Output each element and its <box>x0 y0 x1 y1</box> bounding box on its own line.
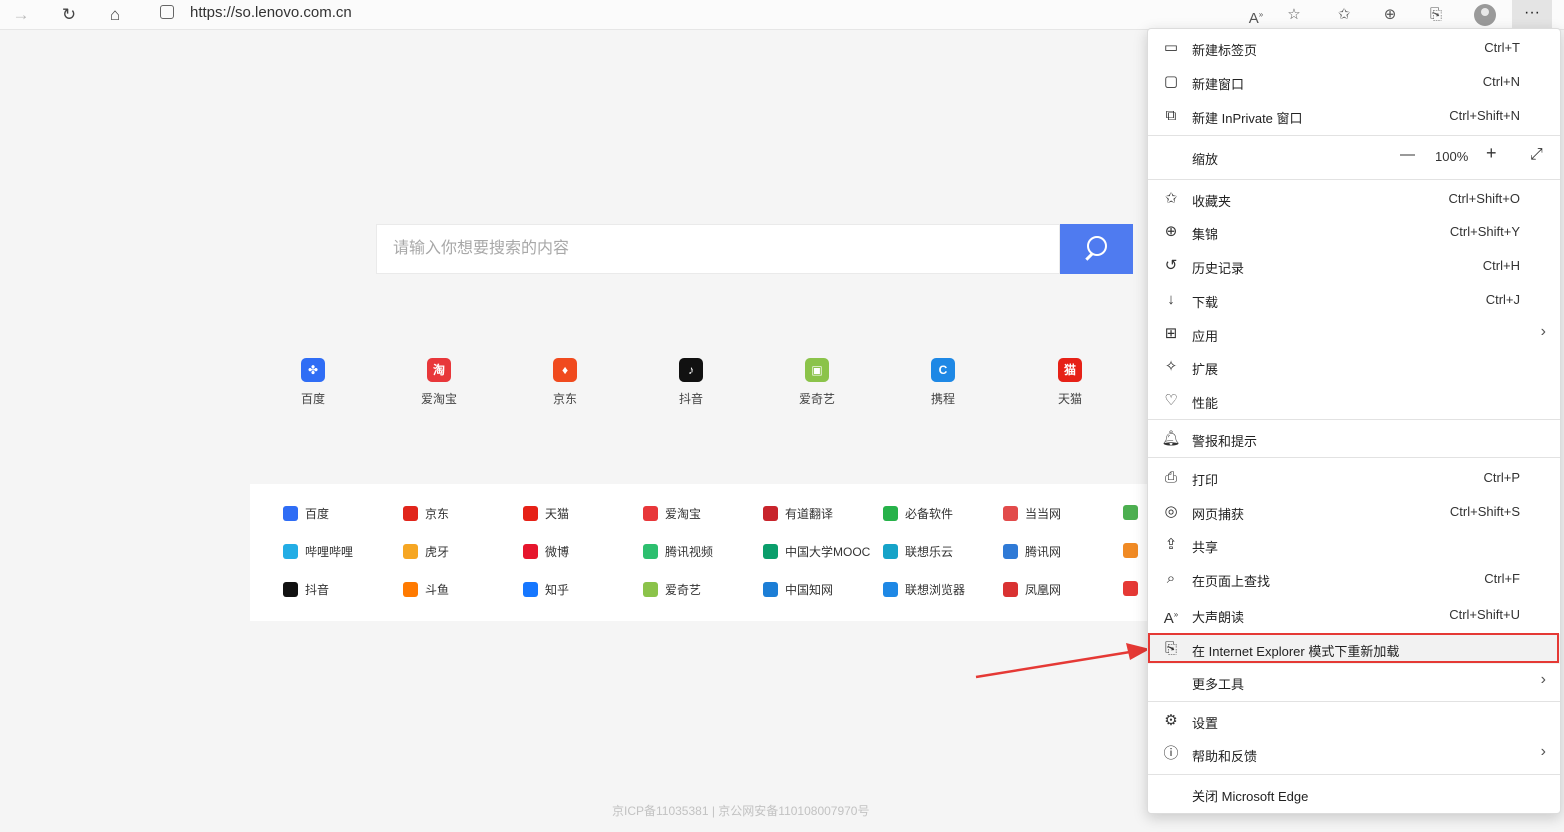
collections-icon: ⊕ <box>1164 223 1178 240</box>
menu-read-aloud[interactable]: A» 大声朗读 Ctrl+Shift+U <box>1148 600 1560 630</box>
menu-performance[interactable]: ♡ 性能 <box>1148 386 1560 416</box>
gear-icon: ⚙ <box>1164 712 1178 729</box>
extensions-icon: ✧ <box>1164 358 1178 375</box>
menu-help[interactable]: ⓘ 帮助和反馈 › <box>1148 739 1560 769</box>
apps-icon: ⊞ <box>1164 325 1178 342</box>
bell-icon: 🔔︎ <box>1161 430 1181 447</box>
browser-window: → ↻ ⌂ https://so.lenovo.com.cn A» ☆ ✩ ⊕ … <box>0 0 1564 832</box>
menu-new-window[interactable]: ▢ 新建窗口 Ctrl+N <box>1148 67 1560 97</box>
favorites-icon: ✩ <box>1164 190 1178 207</box>
menu-close-edge[interactable]: 关闭 Microsoft Edge <box>1148 779 1560 809</box>
settings-menu: ▭ 新建标签页 Ctrl+T ▢ 新建窗口 Ctrl+N ⧉ 新建 InPriv… <box>1147 28 1561 814</box>
print-icon: ⎙ <box>1164 469 1177 486</box>
history-icon: ↺ <box>1164 257 1178 274</box>
highlight-box <box>1148 633 1559 663</box>
share-icon: ⇪ <box>1164 536 1178 553</box>
new-tab-icon: ▭ <box>1163 39 1179 56</box>
menu-extensions[interactable]: ✧ 扩展 <box>1148 352 1560 382</box>
performance-icon: ♡ <box>1164 392 1178 409</box>
menu-new-tab[interactable]: ▭ 新建标签页 Ctrl+T <box>1148 33 1560 63</box>
chevron-right-icon: › <box>1540 743 1546 760</box>
menu-print[interactable]: ⎙ 打印 Ctrl+P <box>1148 463 1560 493</box>
zoom-out-button[interactable]: — <box>1400 146 1415 163</box>
chevron-right-icon: › <box>1540 323 1546 340</box>
read-aloud-icon: A» <box>1163 610 1179 627</box>
menu-zoom: 缩放 — 100% + ⤢ <box>1192 143 1543 167</box>
help-icon: ⓘ <box>1163 745 1179 762</box>
menu-new-inprivate[interactable]: ⧉ 新建 InPrivate 窗口 Ctrl+Shift+N <box>1148 101 1560 131</box>
fullscreen-icon[interactable]: ⤢ <box>1530 146 1543 164</box>
find-icon: ⌕ <box>1166 570 1176 587</box>
chevron-right-icon: › <box>1540 671 1546 688</box>
menu-web-capture[interactable]: ◎ 网页捕获 Ctrl+Shift+S <box>1148 497 1560 527</box>
menu-history[interactable]: ↺ 历史记录 Ctrl+H <box>1148 251 1560 281</box>
new-window-icon: ▢ <box>1163 73 1179 90</box>
zoom-in-button[interactable]: + <box>1486 143 1497 164</box>
menu-apps[interactable]: ⊞ 应用 › <box>1148 319 1560 349</box>
menu-favorites[interactable]: ✩ 收藏夹 Ctrl+Shift+O <box>1148 184 1560 214</box>
menu-more-tools[interactable]: 更多工具 › <box>1148 667 1560 697</box>
inprivate-icon: ⧉ <box>1165 107 1177 124</box>
download-icon: ↓ <box>1167 291 1175 308</box>
menu-share[interactable]: ⇪ 共享 <box>1148 530 1560 560</box>
web-capture-icon: ◎ <box>1164 503 1178 520</box>
menu-collections[interactable]: ⊕ 集锦 Ctrl+Shift+Y <box>1148 217 1560 247</box>
zoom-level: 100% <box>1435 149 1469 164</box>
menu-alerts[interactable]: 🔔︎ 警报和提示 <box>1148 424 1560 454</box>
menu-find[interactable]: ⌕ 在页面上查找 Ctrl+F <box>1148 564 1560 594</box>
menu-settings[interactable]: ⚙ 设置 <box>1148 706 1560 736</box>
menu-downloads[interactable]: ↓ 下载 Ctrl+J <box>1148 285 1560 315</box>
